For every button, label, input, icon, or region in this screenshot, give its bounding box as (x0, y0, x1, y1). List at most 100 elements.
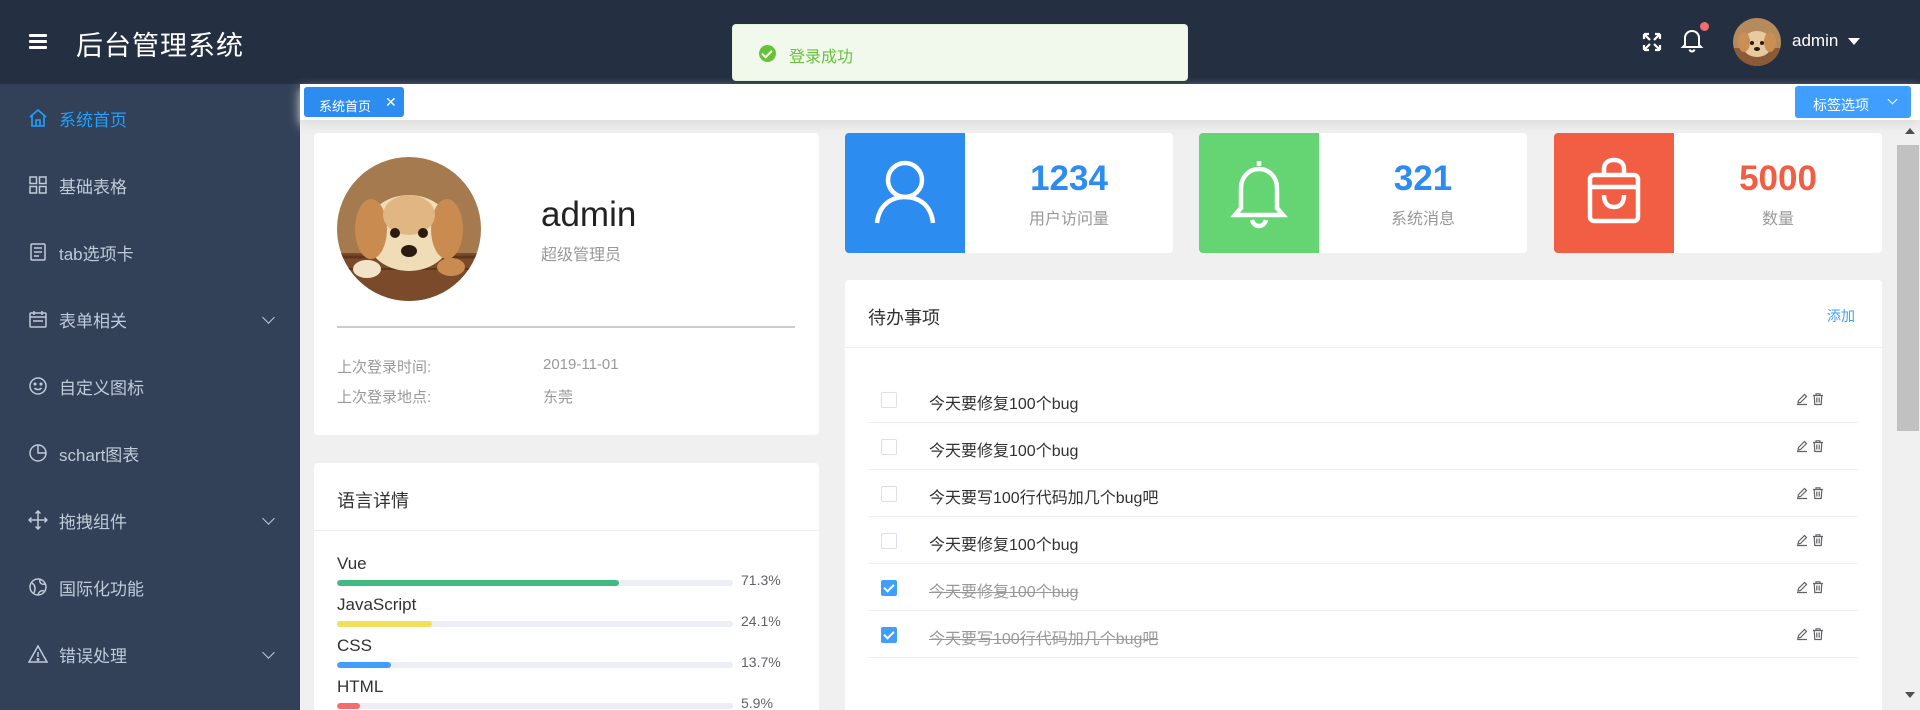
fullscreen-icon[interactable] (1640, 30, 1664, 54)
tag-label: 系统首页 (319, 99, 372, 114)
language-details-card: 语言详情 Vue 71.3% JavaScript 24.1% CSS 13.7% HTML… (314, 463, 819, 710)
sidebar-item-i18n[interactable]: 国际化功能 (0, 553, 300, 620)
edit-icon[interactable] (1795, 392, 1809, 406)
chevron-down-icon (262, 311, 275, 324)
globe-icon (29, 578, 47, 596)
todo-checkbox[interactable] (881, 486, 897, 502)
todo-title: 今天要写100行代码加几个bug吧 (929, 631, 1159, 648)
sidebar-item-tabs[interactable]: tab选项卡 (0, 218, 300, 285)
sidebar-item-label: schart图表 (59, 446, 140, 465)
stat-card-visits: 1234 用户访问量 (845, 133, 1173, 253)
todo-checkbox[interactable] (881, 533, 897, 549)
tag-options-button[interactable]: 标签选项 (1795, 86, 1911, 118)
menu-collapse-icon[interactable] (26, 30, 50, 54)
delete-icon[interactable] (1811, 580, 1825, 594)
document-icon (30, 243, 46, 261)
sidebar-item-label: 拖拽组件 (59, 513, 127, 532)
todo-title: 今天要修复100个bug (929, 443, 1079, 460)
sidebar-item-home[interactable]: 系统首页 (0, 84, 300, 151)
language-percent: 71.3% (741, 572, 781, 588)
calendar-icon (29, 311, 47, 328)
last-login-place-value: 东莞 (543, 389, 574, 406)
sidebar-item-forms[interactable]: 表单相关 (0, 285, 300, 352)
language-row: JavaScript 24.1% (337, 595, 797, 635)
sidebar-item-label: 表单相关 (59, 312, 127, 331)
sidebar-item-charts[interactable]: schart图表 (0, 419, 300, 486)
todo-checkbox[interactable] (881, 392, 897, 408)
todo-checkbox[interactable] (881, 580, 897, 596)
card-header: 语言详情 (314, 463, 819, 531)
progress-fill (337, 662, 392, 668)
language-row: HTML 5.9% (337, 677, 797, 710)
todo-title: 今天要修复100个bug (929, 584, 1079, 601)
sidebar-item-table[interactable]: 基础表格 (0, 151, 300, 218)
card-title: 语言详情 (337, 491, 409, 511)
todo-row: 今天要修复100个bug (868, 564, 1858, 611)
scroll-up-arrow-icon[interactable] (1905, 128, 1915, 134)
delete-icon[interactable] (1811, 439, 1825, 453)
scrollbar-thumb[interactable] (1897, 145, 1919, 431)
success-check-icon (759, 45, 776, 62)
stat-value: 321 (1393, 159, 1453, 198)
progress-fill (337, 703, 361, 709)
add-todo-button[interactable]: 添加 (1827, 306, 1855, 326)
user-name-dropdown[interactable]: admin (1792, 31, 1838, 51)
language-row: CSS 13.7% (337, 636, 797, 676)
page-scrollbar[interactable] (1896, 124, 1920, 710)
edit-icon[interactable] (1795, 533, 1809, 547)
progress-track (337, 662, 733, 668)
todo-checkbox[interactable] (881, 439, 897, 455)
chevron-down-icon (262, 646, 275, 659)
stat-card-messages: 321 系统消息 (1199, 133, 1527, 253)
edit-icon[interactable] (1795, 580, 1809, 594)
stat-value: 5000 (1739, 159, 1817, 198)
chevron-down-icon (1887, 94, 1898, 105)
language-name: CSS (337, 636, 372, 655)
sidebar-item-errors[interactable]: 错误处理 (0, 620, 300, 687)
divider (337, 326, 795, 328)
todo-row: 今天要修复100个bug (868, 423, 1858, 470)
language-percent: 5.9% (741, 695, 773, 710)
todo-title: 今天要修复100个bug (929, 396, 1079, 413)
sidebar-item-label: 错误处理 (59, 647, 127, 666)
tag-options-label: 标签选项 (1813, 97, 1869, 113)
stat-label: 用户访问量 (1028, 211, 1109, 228)
pie-chart-icon (29, 444, 47, 462)
scroll-down-arrow-icon[interactable] (1905, 692, 1915, 698)
edit-icon[interactable] (1795, 486, 1809, 500)
close-icon[interactable]: ✕ (385, 94, 397, 111)
progress-track (337, 580, 733, 586)
todo-row: 今天要写100行代码加几个bug吧 (868, 611, 1858, 658)
language-percent: 24.1% (741, 613, 781, 629)
progress-track (337, 621, 733, 627)
last-login-time-value: 2019-11-01 (543, 356, 619, 373)
toast-message: 登录成功 (789, 49, 854, 66)
app-title: 后台管理系统 (76, 31, 244, 61)
stat-card-quantity: 5000 数量 (1554, 133, 1882, 253)
tag-home[interactable]: 系统首页 ✕ (304, 87, 404, 117)
delete-icon[interactable] (1811, 486, 1825, 500)
delete-icon[interactable] (1811, 533, 1825, 547)
todo-card: 待办事项 添加 今天要修复100个bug 今天要修复100个bug 今天要写100行… (845, 280, 1882, 710)
user-icon (845, 133, 965, 253)
delete-icon[interactable] (1811, 392, 1825, 406)
home-icon (29, 108, 47, 127)
progress-fill (337, 621, 433, 627)
avatar[interactable] (1733, 18, 1781, 66)
stat-value: 1234 (1030, 159, 1108, 198)
todo-checkbox[interactable] (881, 627, 897, 643)
shopping-bag-icon (1554, 133, 1674, 253)
profile-avatar (337, 157, 481, 301)
delete-icon[interactable] (1811, 627, 1825, 641)
language-name: Vue (337, 554, 367, 573)
todo-title: 今天要修复100个bug (929, 537, 1079, 554)
sidebar-item-drag[interactable]: 拖拽组件 (0, 486, 300, 553)
edit-icon[interactable] (1795, 439, 1809, 453)
language-name: HTML (337, 677, 384, 696)
todo-title: 今天要写100行代码加几个bug吧 (929, 490, 1159, 507)
progress-fill (337, 580, 620, 586)
sidebar-item-icons[interactable]: 自定义图标 (0, 352, 300, 419)
edit-icon[interactable] (1795, 627, 1809, 641)
last-login-place-label: 上次登录地点: (337, 389, 432, 406)
caret-down-icon[interactable] (1848, 38, 1860, 45)
